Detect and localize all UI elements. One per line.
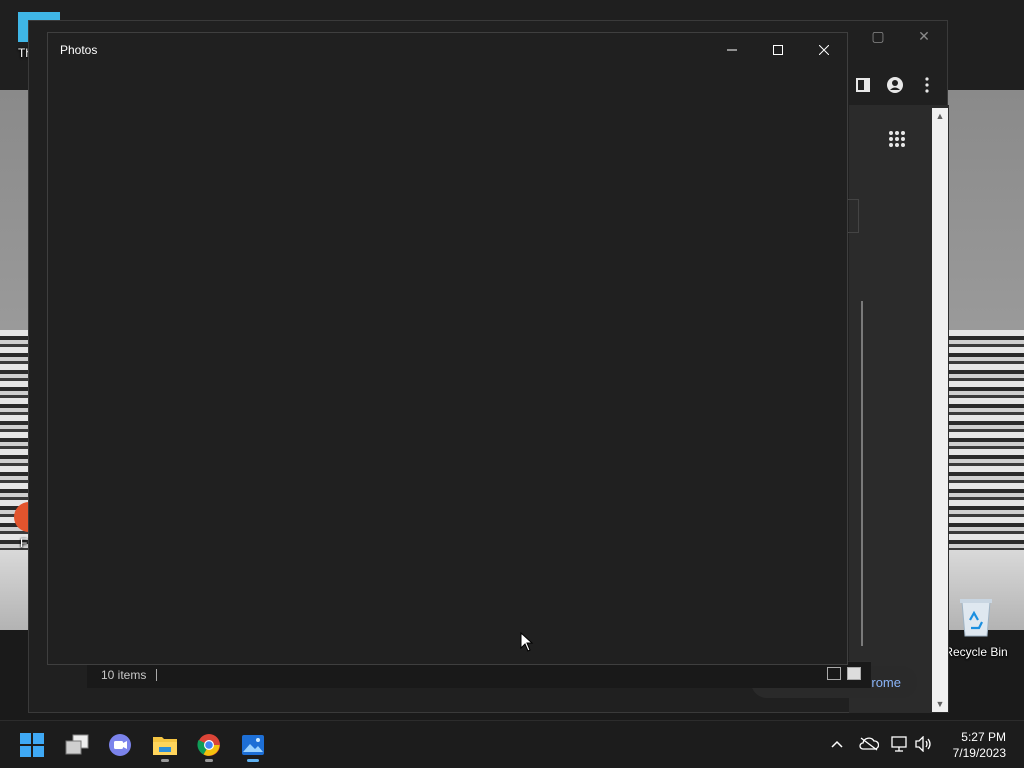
close-icon xyxy=(819,44,829,55)
chrome-button[interactable] xyxy=(191,727,227,763)
chat-icon xyxy=(109,734,131,756)
photos-window[interactable]: Photos xyxy=(47,32,848,665)
taskbar: 5:27 PM 7/19/2023 xyxy=(0,720,1024,768)
clock-date: 7/19/2023 xyxy=(952,746,1006,760)
menu-kebab-icon[interactable] xyxy=(915,73,939,97)
apps-grid-icon[interactable] xyxy=(885,127,909,151)
desktop-icon-recycle-bin[interactable]: Recycle Bin xyxy=(941,596,1011,659)
details-view-icon[interactable] xyxy=(827,667,841,680)
clock-time: 5:27 PM xyxy=(961,730,1006,744)
recycle-bin-icon xyxy=(960,599,992,637)
task-view-button[interactable] xyxy=(59,727,95,763)
photos-icon xyxy=(242,735,264,755)
volume-icon[interactable] xyxy=(913,733,935,755)
profile-icon[interactable] xyxy=(883,73,907,97)
system-clock[interactable]: 5:27 PM 7/19/2023 xyxy=(953,729,1006,761)
network-icon[interactable] xyxy=(889,733,911,755)
close-icon[interactable]: ✕ xyxy=(901,21,947,51)
background-window-controls: ▢ ✕ xyxy=(855,21,947,51)
windows-logo-icon xyxy=(20,733,44,757)
photos-titlebar[interactable]: Photos xyxy=(48,33,847,66)
close-button[interactable] xyxy=(801,33,847,66)
large-icons-view-icon[interactable] xyxy=(847,667,861,680)
folder-icon xyxy=(153,737,177,755)
running-indicator xyxy=(161,759,169,762)
show-hidden-icons-chevron-up-icon[interactable] xyxy=(826,733,848,755)
photos-content-area xyxy=(48,66,847,664)
file-explorer-button[interactable] xyxy=(147,727,183,763)
status-separator xyxy=(156,669,158,681)
running-indicator xyxy=(205,759,213,762)
photos-button[interactable] xyxy=(235,727,271,763)
active-indicator xyxy=(247,759,259,762)
items-count: 10 items xyxy=(101,668,147,682)
minimize-button[interactable] xyxy=(709,33,755,66)
scroll-up-icon[interactable]: ▲ xyxy=(932,108,948,124)
explorer-status-bar: 10 items xyxy=(87,661,871,688)
scroll-down-icon[interactable]: ▼ xyxy=(932,696,948,712)
explorer-scrollbar-thumb[interactable] xyxy=(861,301,863,646)
maximize-icon xyxy=(773,44,783,55)
mouse-cursor-icon xyxy=(520,632,534,652)
page-scrollbar[interactable]: ▲ ▼ xyxy=(932,108,948,712)
window-title: Photos xyxy=(60,42,98,57)
chrome-icon xyxy=(197,734,220,756)
teams-chat-button[interactable] xyxy=(102,727,138,763)
maximize-button[interactable] xyxy=(755,33,801,66)
minimize-icon xyxy=(727,49,737,50)
side-panel-icon[interactable] xyxy=(851,73,875,97)
task-view-icon xyxy=(65,734,89,755)
onedrive-offline-icon[interactable] xyxy=(858,733,880,755)
start-button[interactable] xyxy=(14,727,50,763)
maximize-icon[interactable]: ▢ xyxy=(855,21,901,51)
desktop-icon-label: Recycle Bin xyxy=(944,645,1008,659)
